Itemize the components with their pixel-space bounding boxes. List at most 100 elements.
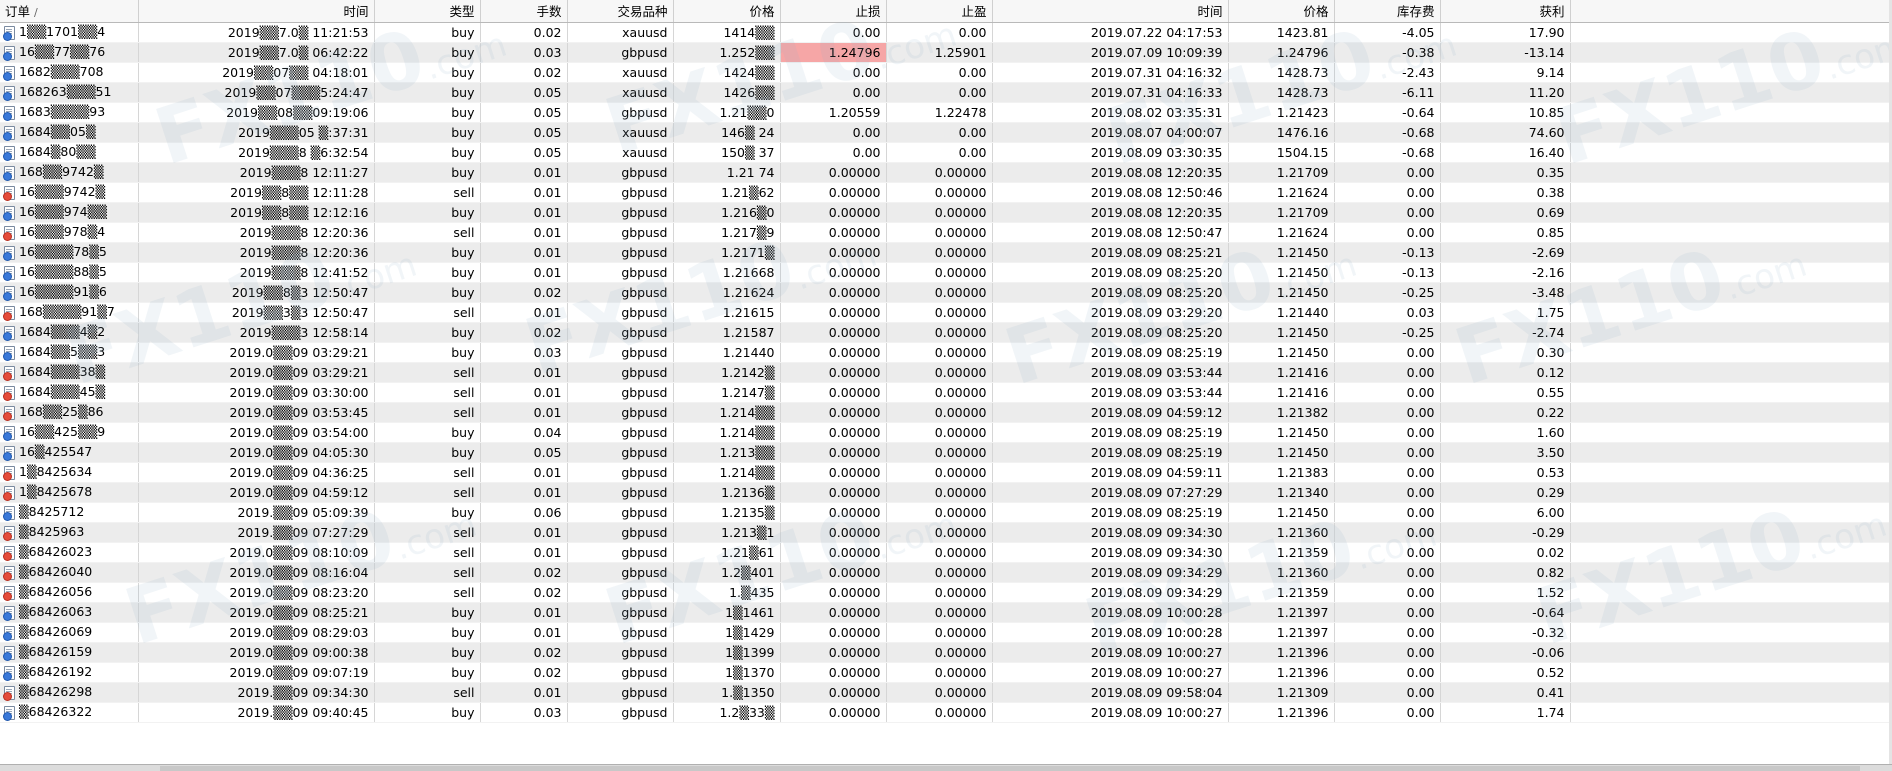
table-row[interactable]: 16▒▒▒978▒4 2019▒▒▒8 12:20:36 sell 0.01 gbpus… [0,222,1892,243]
table-row[interactable]: 16▒▒▒▒88▒5 2019▒▒▒8 12:41:52 buy 0.01 gbpusd… [0,262,1892,283]
table-row[interactable]: ▒68426322 2019.▒▒09 09:40:45 buy 0.03 gbpusd… [0,702,1892,723]
col-header-open-price[interactable]: 价格 [673,0,781,23]
table-row[interactable]: ▒68426063 2019.0▒▒09 08:25:21 buy 0.01 gbpus… [0,602,1892,623]
col-header-close-price[interactable]: 价格 [1228,0,1335,23]
col-header-type[interactable]: 类型 [374,0,481,23]
cell-type: buy [374,142,481,163]
cell-order-id: 1684▒▒▒4▒2 [0,322,139,343]
cell-profit: 1.75 [1440,302,1571,323]
cell-lots: 0.01 [480,602,568,623]
table-row[interactable]: 1683▒▒▒▒93 2019▒▒08▒▒09:19:06 buy 0.05 gbpus… [0,102,1892,123]
cell-open-price: 1.216▒0 [673,202,781,223]
table-row[interactable]: 168263▒▒▒51 2019▒▒07▒▒▒5:24:47 buy 0.05 xauu… [0,82,1892,103]
table-row[interactable]: 16▒▒77▒▒76 2019▒▒7.0▒ 06:42:22 buy 0.03 gbpu… [0,42,1892,63]
cell-take-profit: 0.00000 [886,462,993,483]
cell-take-profit: 0.00000 [886,642,993,663]
col-header-symbol[interactable]: 交易品种 [567,0,674,23]
cell-open-time: 2019.0▒▒09 03:29:21 [138,362,375,383]
cell-lots: 0.06 [480,502,568,523]
col-header-take-profit[interactable]: 止盈 [886,0,993,23]
table-row[interactable]: ▒68426192 2019.0▒▒09 09:07:19 buy 0.02 gbpus… [0,662,1892,683]
cell-open-price: 1.213▒▒ [673,442,781,463]
cell-filler [1570,302,1892,323]
table-row[interactable]: 1▒8425678 2019.0▒▒09 04:59:12 sell 0.01 gbpu… [0,482,1892,503]
cell-filler [1570,342,1892,363]
sell-order-icon [3,485,15,501]
buy-order-icon [3,105,15,121]
table-row[interactable]: ▒68426056 2019.0▒▒09 08:23:20 sell 0.02 gbpu… [0,582,1892,603]
col-header-swap[interactable]: 库存费 [1334,0,1441,23]
table-row[interactable]: 16▒425547 2019.0▒▒09 04:05:30 buy 0.05 gbpus… [0,442,1892,463]
cell-lots: 0.01 [480,302,568,323]
table-row[interactable]: 1682▒▒▒708 2019▒▒07▒▒ 04:18:01 buy 0.02 xauu… [0,62,1892,83]
col-header-close-time[interactable]: 时间 [992,0,1229,23]
table-row[interactable]: 1684▒▒5▒▒3 2019.0▒▒09 03:29:21 buy 0.03 gbpu… [0,342,1892,363]
cell-symbol: xauusd [567,22,674,43]
table-row[interactable]: 16▒▒▒▒91▒6 2019▒▒8▒3 12:50:47 buy 0.02 gbpus… [0,282,1892,303]
col-header-order[interactable]: 订单 ∕ [0,0,139,23]
sell-order-icon [3,685,15,701]
horizontal-scrollbar[interactable] [0,764,1892,771]
cell-lots: 0.02 [480,562,568,583]
table-row[interactable]: ▒8425712 2019.▒▒09 05:09:39 buy 0.06 gbpusd 1… [0,502,1892,523]
table-row[interactable]: 16▒▒▒▒78▒5 2019▒▒▒8 12:20:36 buy 0.01 gbpusd… [0,242,1892,263]
table-row[interactable]: 168▒▒25▒86 2019.0▒▒09 03:53:45 sell 0.01 gbp… [0,402,1892,423]
col-header-profit[interactable]: 获利 [1440,0,1571,23]
cell-order-id: 16▒▒▒974▒▒ [0,202,139,223]
table-row[interactable]: 1684▒▒05▒ 2019▒▒▒05 ▒:37:31 buy 0.05 xauusd 1… [0,122,1892,143]
table-row[interactable]: ▒68426159 2019.0▒▒09 09:00:38 buy 0.02 gbpus… [0,642,1892,663]
cell-lots: 0.01 [480,222,568,243]
cell-open-time: 2019▒▒▒8 12:20:36 [138,222,375,243]
cell-lots: 0.02 [480,582,568,603]
table-row[interactable]: 16▒▒▒9742▒ 2019▒▒8▒▒ 12:11:28 sell 0.01 gbpu… [0,182,1892,203]
table-row[interactable]: 1▒8425634 2019.0▒▒09 04:36:25 sell 0.01 gbpu… [0,462,1892,483]
cell-close-time: 2019.08.09 08:25:20 [992,282,1229,303]
table-row[interactable]: ▒68426040 2019.0▒▒09 08:16:04 sell 0.02 gbpu… [0,562,1892,583]
cell-swap: -0.64 [1334,102,1441,123]
cell-close-price: 1.21709 [1228,162,1335,183]
table-row[interactable]: ▒8425963 2019.▒▒09 07:27:29 sell 0.01 gbpusd… [0,522,1892,543]
col-header-lots[interactable]: 手数 [480,0,568,23]
cell-lots: 0.01 [480,242,568,263]
buy-order-icon [3,345,15,361]
cell-stop-loss: 0.00000 [780,442,887,463]
cell-take-profit: 0.00000 [886,222,993,243]
cell-filler [1570,22,1892,43]
cell-type: buy [374,42,481,63]
table-row[interactable]: 1▒▒1701▒▒4 2019▒▒7.0▒ 11:21:53 buy 0.02 xauu… [0,22,1892,43]
cell-open-price: 1.213▒1 [673,522,781,543]
cell-close-price: 1.21450 [1228,322,1335,343]
cell-order-id: 16▒▒▒▒78▒5 [0,242,139,263]
table-row[interactable]: ▒68426069 2019.0▒▒09 08:29:03 buy 0.01 gbpus… [0,622,1892,643]
cell-profit: 0.53 [1440,462,1571,483]
cell-filler [1570,42,1892,63]
table-row[interactable]: 168▒▒9742▒ 2019▒▒▒8 12:11:27 buy 0.01 gbpusd… [0,162,1892,183]
cell-open-time: 2019.0▒▒09 03:30:00 [138,382,375,403]
cell-profit: -2.16 [1440,262,1571,283]
cell-lots: 0.01 [480,462,568,483]
table-row[interactable]: 16▒▒425▒▒9 2019.0▒▒09 03:54:00 buy 0.04 gbpu… [0,422,1892,443]
cell-type: sell [374,542,481,563]
cell-type: sell [374,302,481,323]
col-header-open-time[interactable]: 时间 [138,0,375,23]
cell-open-time: 2019▒▒07▒▒▒5:24:47 [138,82,375,103]
cell-open-price: 1.214▒▒ [673,422,781,443]
table-row[interactable]: ▒68426023 2019.0▒▒09 08:10:09 sell 0.01 gbpu… [0,542,1892,563]
table-row[interactable]: 1684▒▒▒38▒ 2019.0▒▒09 03:29:21 sell 0.01 gbp… [0,362,1892,383]
cell-close-price: 1.21450 [1228,422,1335,443]
table-row[interactable]: ▒68426298 2019.▒▒09 09:34:30 sell 0.01 gbpus… [0,682,1892,703]
table-row[interactable]: 1684▒▒▒4▒2 2019▒▒▒3 12:58:14 buy 0.02 gbpusd… [0,322,1892,343]
cell-symbol: gbpusd [567,682,674,703]
col-header-stop-loss[interactable]: 止损 [780,0,887,23]
table-row[interactable]: 1684▒▒▒45▒ 2019.0▒▒09 03:30:00 sell 0.01 gbp… [0,382,1892,403]
table-row[interactable]: 16▒▒▒974▒▒ 2019▒▒8▒▒ 12:12:16 buy 0.01 gbpus… [0,202,1892,223]
table-row[interactable]: 1684▒80▒▒ 2019▒▒▒8 ▒6:32:54 buy 0.05 xauusd 1… [0,142,1892,163]
cell-close-price: 1.21450 [1228,342,1335,363]
cell-profit: 0.29 [1440,482,1571,503]
cell-filler [1570,702,1892,723]
cell-profit: -0.06 [1440,642,1571,663]
table-row[interactable]: 168▒▒▒▒91▒7 2019▒▒3▒3 12:50:47 sell 0.01 gbp… [0,302,1892,323]
cell-type: buy [374,202,481,223]
cell-close-time: 2019.08.09 03:30:35 [992,142,1229,163]
horizontal-scrollbar-thumb[interactable] [160,766,1860,771]
